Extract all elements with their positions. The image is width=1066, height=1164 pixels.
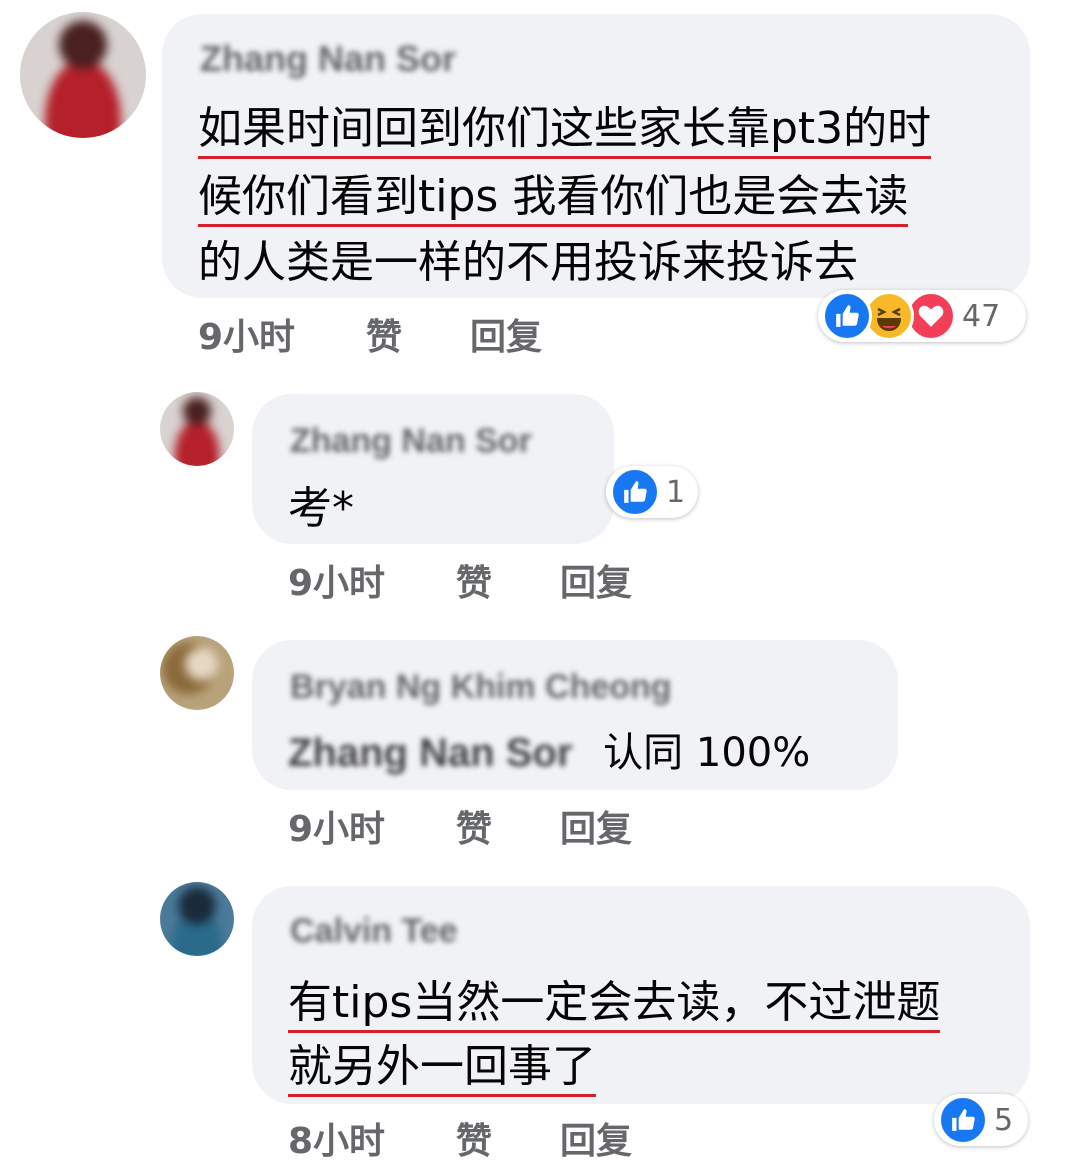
comment-bubble: Zhang Nan Sor 考* bbox=[252, 394, 614, 544]
comment-text-line: 考* bbox=[288, 483, 354, 534]
comment-meta: 9小时 赞 回复 bbox=[288, 554, 708, 604]
reaction-count: 47 bbox=[962, 298, 1001, 334]
comment-bubble: Zhang Nan Sor 如果时间回到你们这些家长靠pt3的时 候你们看到ti… bbox=[162, 14, 1030, 298]
like-button[interactable]: 赞 bbox=[456, 1112, 492, 1164]
comment-text: 认同 100% bbox=[603, 730, 811, 776]
comment-text-line: 如果时间回到你们这些家长靠pt3的时 bbox=[198, 92, 932, 159]
comment-meta: 8小时 赞 回复 bbox=[288, 1112, 708, 1162]
reaction-summary[interactable]: 1 bbox=[606, 466, 698, 518]
avatar[interactable] bbox=[20, 12, 146, 138]
avatar[interactable] bbox=[160, 636, 234, 710]
comment-bubble: Bryan Ng Khim Cheong Zhang Nan Sor 认同 10… bbox=[252, 640, 898, 790]
timestamp[interactable]: 9小时 bbox=[198, 308, 295, 360]
timestamp[interactable]: 9小时 bbox=[288, 800, 385, 852]
comment-text-line: 的人类是一样的不用投诉来投诉去 bbox=[198, 237, 858, 288]
reply-button[interactable]: 回复 bbox=[560, 554, 632, 606]
like-reaction-icon bbox=[610, 467, 660, 517]
comment-author[interactable]: Zhang Nan Sor bbox=[200, 38, 456, 80]
reaction-count: 5 bbox=[994, 1102, 1014, 1138]
comment-text-line: 就另外一回事了 bbox=[288, 1030, 596, 1097]
comment-text-line: Zhang Nan Sor 认同 100% bbox=[288, 720, 810, 778]
comment-bubble: Calvin Tee 有tips当然一定会去读，不过泄题 就另外一回事了 bbox=[252, 886, 1030, 1104]
like-reaction-icon bbox=[938, 1095, 988, 1145]
comment-author[interactable]: Bryan Ng Khim Cheong bbox=[290, 668, 672, 707]
comment-author[interactable]: Zhang Nan Sor bbox=[290, 422, 532, 461]
reaction-summary[interactable]: 5 bbox=[934, 1094, 1028, 1146]
avatar[interactable] bbox=[160, 392, 234, 466]
comment-author[interactable]: Calvin Tee bbox=[290, 912, 458, 951]
comment-meta: 9小时 赞 回复 bbox=[198, 308, 698, 358]
reply-button[interactable]: 回复 bbox=[470, 308, 542, 360]
reaction-count: 1 bbox=[666, 474, 686, 510]
reaction-summary[interactable]: 47 bbox=[818, 290, 1026, 342]
like-button[interactable]: 赞 bbox=[366, 308, 402, 360]
timestamp[interactable]: 8小时 bbox=[288, 1112, 385, 1164]
like-button[interactable]: 赞 bbox=[456, 554, 492, 606]
reply-button[interactable]: 回复 bbox=[560, 1112, 632, 1164]
avatar[interactable] bbox=[160, 882, 234, 956]
like-reaction-icon bbox=[822, 291, 872, 341]
timestamp[interactable]: 9小时 bbox=[288, 554, 385, 606]
comment-meta: 9小时 赞 回复 bbox=[288, 800, 708, 850]
comment-text-line: 有tips当然一定会去读，不过泄题 bbox=[288, 966, 941, 1033]
mention-link[interactable]: Zhang Nan Sor bbox=[288, 731, 572, 775]
comment-text-line: 候你们看到tips 我看你们也是会去读 bbox=[198, 160, 909, 227]
reply-button[interactable]: 回复 bbox=[560, 800, 632, 852]
like-button[interactable]: 赞 bbox=[456, 800, 492, 852]
